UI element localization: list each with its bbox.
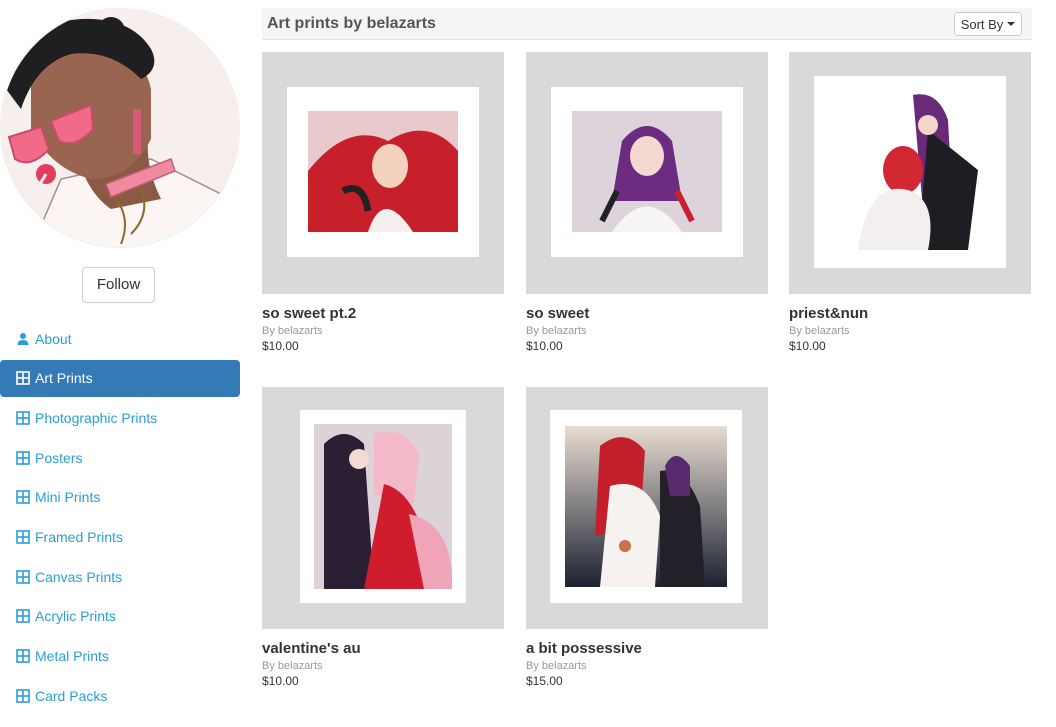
sidebar-item-label: Photographic Prints — [35, 409, 158, 426]
sidebar-item-mini-prints[interactable]: Mini Prints — [0, 479, 240, 516]
product-artist: By belazarts — [262, 325, 323, 337]
artwork-image — [565, 426, 727, 587]
grid-icon — [16, 530, 30, 544]
product-card[interactable]: so sweet pt.2 By belazarts $10.00 — [262, 52, 504, 353]
sidebar-item-label: About — [35, 330, 72, 347]
product-title[interactable]: so sweet — [526, 305, 768, 322]
sidebar-item-canvas-prints[interactable]: Canvas Prints — [0, 558, 240, 595]
product-price: $10.00 — [262, 339, 299, 353]
product-title[interactable]: so sweet pt.2 — [262, 305, 504, 322]
sidebar-item-metal-prints[interactable]: Metal Prints — [0, 638, 240, 675]
sort-label: Sort By — [960, 16, 1004, 32]
artwork-image — [828, 90, 992, 254]
sidebar-item-card-packs[interactable]: Card Packs — [0, 677, 240, 714]
product-artist: By belazarts — [789, 325, 850, 337]
grid-icon — [16, 411, 30, 425]
product-title[interactable]: a bit possessive — [526, 640, 768, 657]
artwork-image — [314, 424, 452, 589]
product-price: $15.00 — [526, 674, 563, 688]
sidebar-nav: About Art Prints Photographic Prints Pos… — [0, 320, 240, 717]
print-mat — [551, 87, 743, 257]
grid-icon — [16, 688, 30, 703]
sidebar-item-label: Mini Prints — [35, 489, 101, 506]
product-thumbnail[interactable] — [526, 387, 768, 629]
artwork-image — [308, 111, 458, 232]
sidebar: Follow About Art Prints Photographic Pri… — [0, 0, 240, 727]
avatar-illustration — [1, 9, 239, 247]
sidebar-item-label: Posters — [35, 449, 83, 466]
product-price: $10.00 — [789, 339, 826, 353]
avatar[interactable] — [0, 8, 240, 248]
page-title: Art prints by belazarts — [267, 15, 436, 32]
product-artist: By belazarts — [526, 325, 587, 337]
sidebar-item-framed-prints[interactable]: Framed Prints — [0, 518, 240, 555]
product-thumbnail[interactable] — [262, 387, 504, 629]
sidebar-item-label: Acrylic Prints — [35, 608, 116, 625]
grid-icon — [16, 450, 30, 465]
product-card[interactable]: priest&nun By belazarts $10.00 — [789, 52, 1031, 353]
sidebar-item-posters[interactable]: Posters — [0, 439, 240, 476]
user-icon — [16, 332, 30, 346]
caret-down-icon — [1007, 22, 1016, 26]
product-card[interactable]: valentine's au By belazarts $10.00 — [262, 387, 504, 688]
print-mat — [814, 76, 1006, 268]
sidebar-item-art-prints[interactable]: Art Prints — [0, 359, 240, 397]
sidebar-item-label: Canvas Prints — [35, 568, 123, 585]
product-artist: By belazarts — [262, 660, 323, 672]
sidebar-item-about[interactable]: About — [0, 320, 240, 357]
grid-icon — [16, 609, 30, 624]
sidebar-item-label: Metal Prints — [35, 648, 109, 664]
print-mat — [550, 410, 742, 603]
product-thumbnail[interactable] — [262, 52, 504, 294]
sidebar-item-label: Card Packs — [35, 687, 108, 704]
product-price: $10.00 — [526, 339, 563, 353]
grid-icon — [16, 490, 30, 505]
product-thumbnail[interactable] — [526, 52, 768, 294]
sidebar-item-label: Framed Prints — [35, 528, 123, 545]
product-card[interactable]: so sweet By belazarts $10.00 — [526, 52, 768, 353]
product-card[interactable]: a bit possessive By belazarts $15.00 — [526, 387, 768, 688]
product-artist: By belazarts — [526, 660, 587, 672]
product-title[interactable]: priest&nun — [789, 305, 1031, 322]
grid-icon — [16, 649, 30, 663]
sidebar-item-photographic-prints[interactable]: Photographic Prints — [0, 399, 240, 436]
product-title[interactable]: valentine's au — [262, 640, 504, 657]
print-mat — [300, 410, 466, 603]
grid-icon — [16, 569, 30, 584]
artwork-image — [572, 111, 722, 232]
page-header: Art prints by belazarts Sort By — [262, 8, 1032, 40]
product-price: $10.00 — [262, 674, 299, 688]
sidebar-item-label: Art Prints — [35, 370, 93, 387]
product-thumbnail[interactable] — [789, 52, 1031, 294]
grid-icon — [16, 371, 30, 385]
follow-button[interactable]: Follow — [82, 267, 155, 303]
sidebar-item-acrylic-prints[interactable]: Acrylic Prints — [0, 598, 240, 635]
sort-dropdown[interactable]: Sort By — [954, 12, 1022, 36]
print-mat — [287, 87, 479, 257]
